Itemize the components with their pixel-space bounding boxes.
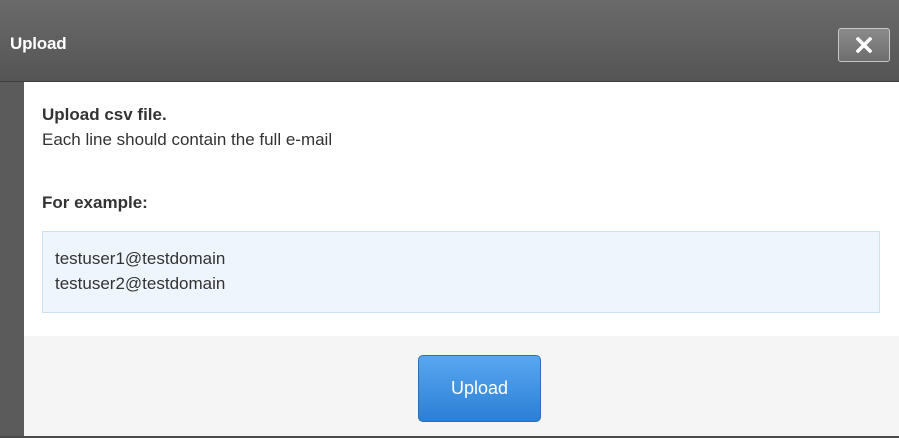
upload-dialog: Upload Upload csv file. Each line should… [0,0,899,438]
upload-button[interactable]: Upload [418,355,541,422]
example-line: testuser1@testdomain [55,249,226,268]
upload-heading: Upload csv file. [42,105,167,124]
example-label: For example: [42,193,148,212]
close-icon [856,37,872,53]
dialog-body: Upload csv file. Each line should contai… [24,82,899,336]
dialog-footer: Upload [24,336,899,436]
example-box: testuser1@testdomain testuser2@testdomai… [42,231,880,313]
dialog-title: Upload [10,34,67,53]
close-button[interactable] [838,28,890,62]
example-line: testuser2@testdomain [55,274,226,293]
dialog-titlebar: Upload [0,0,899,82]
upload-description: Each line should contain the full e-mail [42,130,333,149]
